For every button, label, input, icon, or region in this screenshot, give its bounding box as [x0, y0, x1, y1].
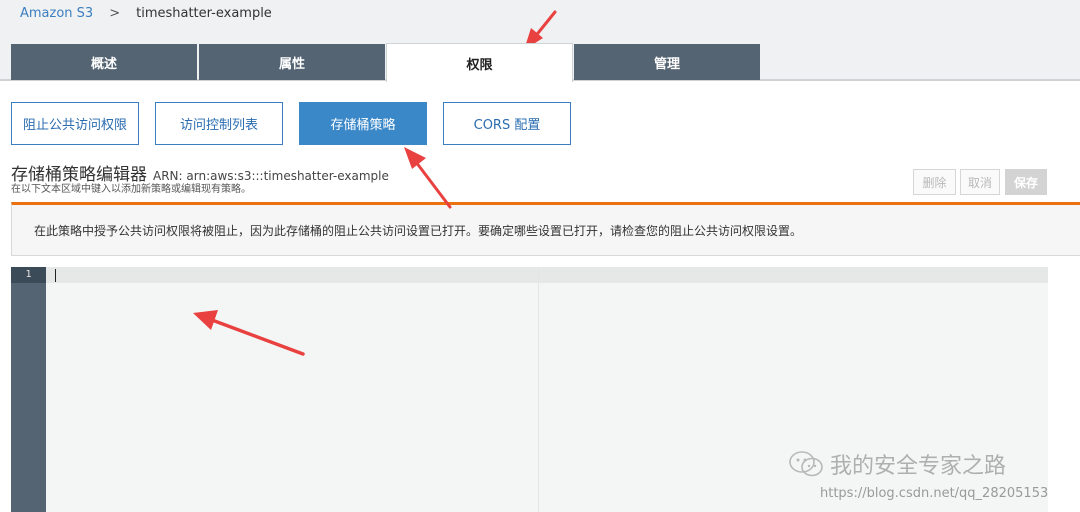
breadcrumb-amazon-s3[interactable]: Amazon S3	[20, 6, 93, 21]
watermark: 我的安全专家之路	[788, 448, 1006, 480]
warning-text: 在此策略中授予公共访问权限将被阻止，因为此存储桶的阻止公共访问设置已打开。要确定…	[34, 223, 803, 238]
subtab-bucket-policy[interactable]: 存储桶策略	[299, 102, 427, 145]
tab-overview[interactable]: 概述	[11, 44, 197, 80]
delete-button[interactable]: 删除	[913, 169, 956, 195]
tab-properties[interactable]: 属性	[199, 44, 385, 80]
watermark-text: 我的安全专家之路	[830, 454, 1007, 479]
editor-description: 在以下文本区域中键入以添加新策略或编辑现有策略。	[11, 184, 251, 195]
breadcrumb-bucket-name: timeshatter-example	[136, 6, 272, 21]
subtab-acl[interactable]: 访问控制列表	[155, 102, 283, 145]
wechat-icon	[789, 451, 823, 477]
text-cursor	[55, 269, 56, 282]
line-number-gutter: 1	[11, 267, 46, 512]
chevron-right-icon: >	[109, 6, 121, 21]
save-button[interactable]: 保存	[1005, 169, 1047, 195]
subtab-cors[interactable]: CORS 配置	[443, 102, 571, 145]
warning-banner: 在此策略中授予公共访问权限将被阻止，因为此存储桶的阻止公共访问设置已打开。要确定…	[11, 202, 1080, 256]
tab-permissions[interactable]: 权限	[386, 43, 573, 82]
print-margin	[538, 267, 539, 512]
line-number: 1	[11, 267, 46, 283]
active-line-highlight	[46, 267, 1048, 283]
annotation-arrow-bucket-policy	[404, 147, 452, 209]
breadcrumb: Amazon S3 > timeshatter-example	[20, 6, 272, 21]
watermark-url: https://blog.csdn.net/qq_28205153	[820, 486, 1049, 501]
subtab-block-public-access[interactable]: 阻止公共访问权限	[11, 102, 139, 145]
cancel-button[interactable]: 取消	[960, 169, 1000, 195]
tab-management[interactable]: 管理	[574, 44, 760, 80]
